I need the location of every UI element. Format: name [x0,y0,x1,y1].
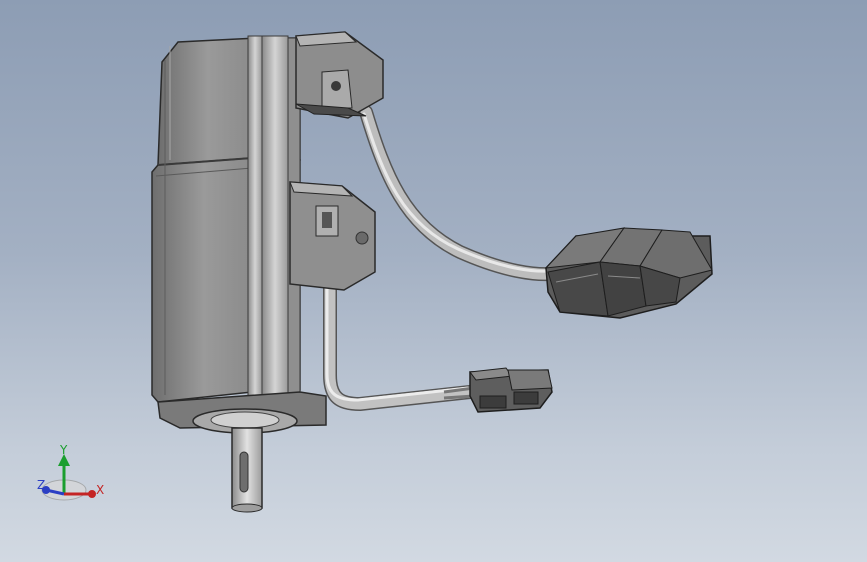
motor-body [151,35,301,403]
x-axis-label: X [96,483,105,497]
encoder-cable [359,105,559,282]
power-plug [443,367,553,413]
servo-motor-model[interactable] [0,0,867,562]
z-axis-label: Z [37,478,46,492]
motor-shaft [231,427,263,513]
axis-triad[interactable] [41,454,96,501]
y-axis-label: Y [60,443,68,457]
encoder-connector-block [295,31,384,119]
cad-viewport[interactable]: Y Z X [0,0,867,562]
power-connector-block [289,181,376,291]
power-cable [323,273,477,411]
encoder-plug [544,227,713,319]
